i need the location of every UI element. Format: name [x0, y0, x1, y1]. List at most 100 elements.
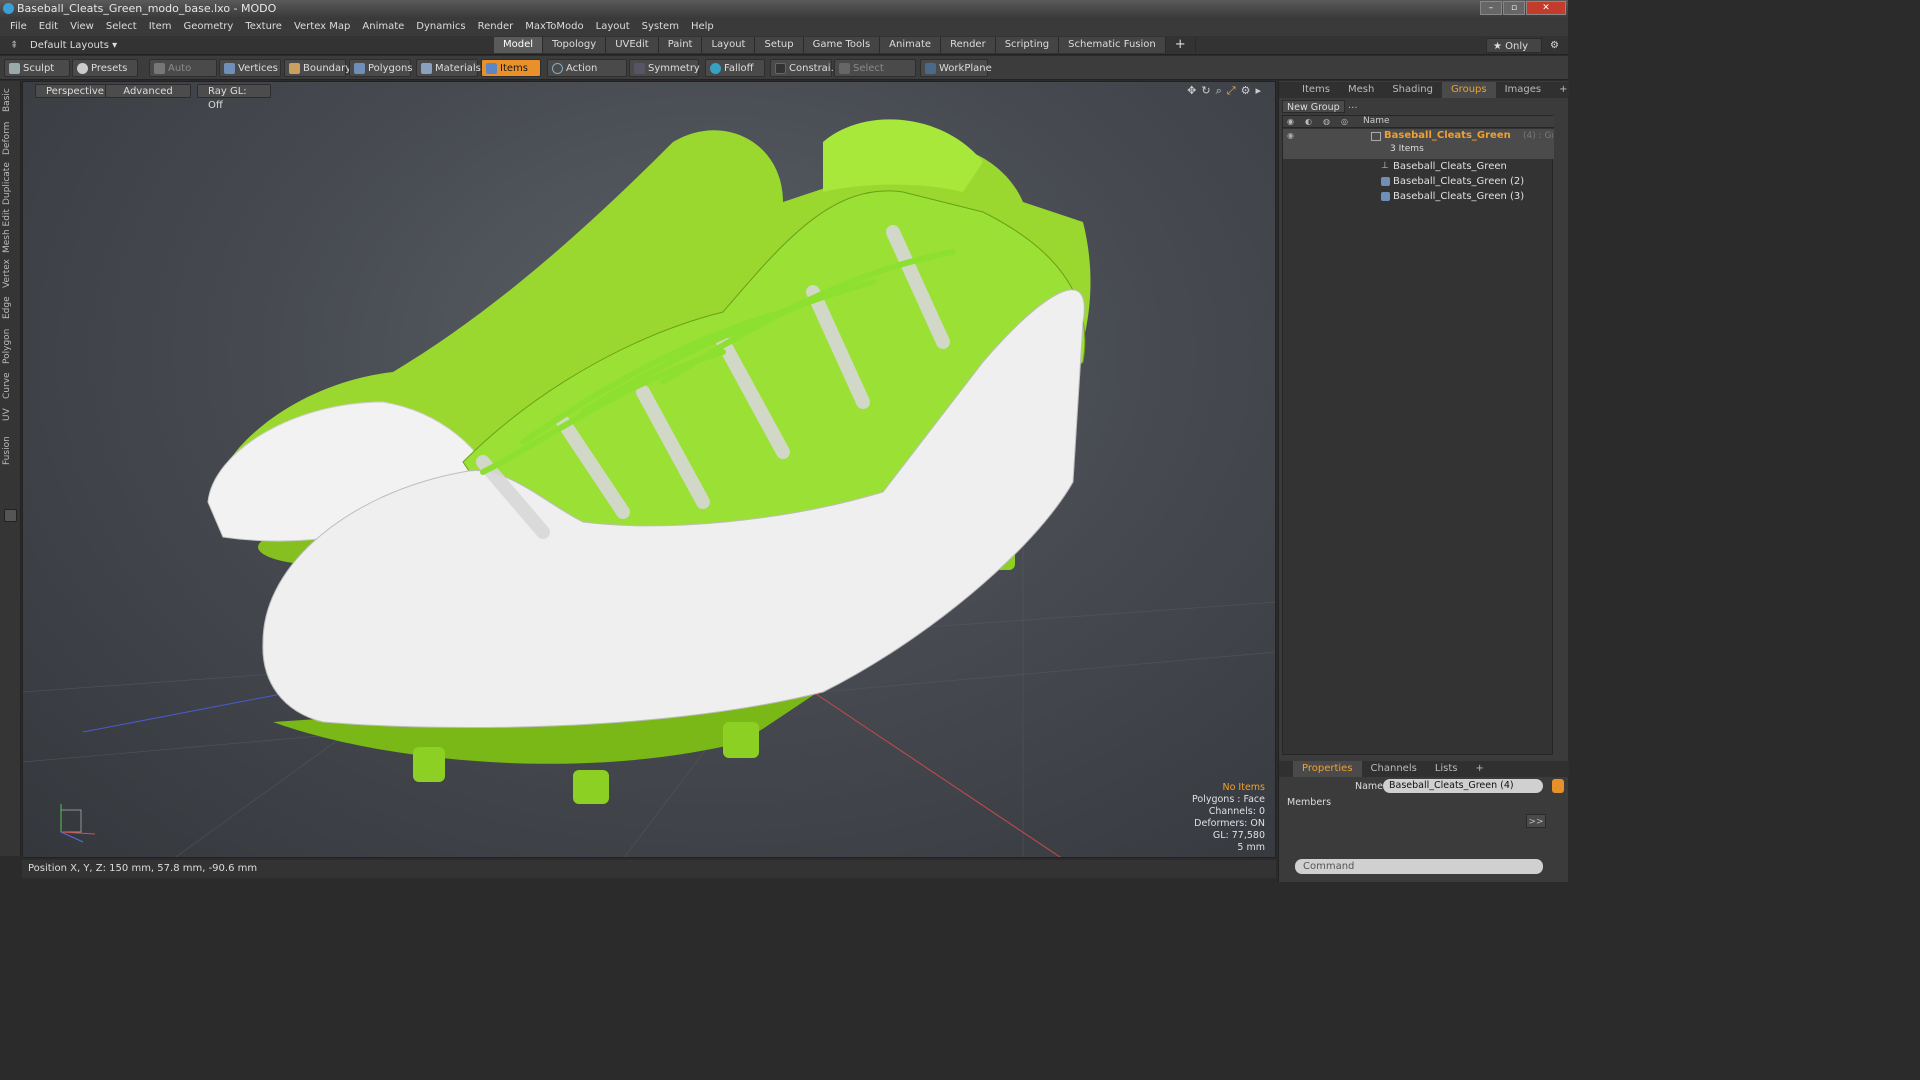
name-label: Name	[1355, 781, 1384, 792]
boundary-button[interactable]: Boundary	[284, 59, 351, 77]
vertices-button[interactable]: Vertices1	[219, 59, 288, 77]
menu-maxtomodo[interactable]: MaxToModo	[519, 21, 589, 32]
constraints-button[interactable]: Constrai...	[770, 59, 840, 77]
menu-dynamics[interactable]: Dynamics	[410, 21, 471, 32]
menu-animate[interactable]: Animate	[356, 21, 410, 32]
menu-item[interactable]: Item	[143, 21, 178, 32]
group-visibility-eye-icon[interactable]: ◉	[1287, 131, 1294, 140]
tab-curve[interactable]: Curve	[2, 371, 18, 401]
tab-uvedit[interactable]: UVEdit	[606, 37, 659, 53]
polygons-button[interactable]: Polygons	[349, 59, 413, 77]
add-properties-tab-button[interactable]: +	[1467, 761, 1493, 777]
minimize-button[interactable]: –	[1480, 1, 1502, 15]
menu-bar: File Edit View Select Item Geometry Text…	[0, 17, 1568, 36]
default-layouts-dropdown[interactable]: Default Layouts ▾	[24, 38, 123, 53]
tab-images[interactable]: Images	[1496, 82, 1551, 98]
position-readout: Position X, Y, Z: 150 mm, 57.8 mm, -90.6…	[28, 863, 258, 874]
3d-viewport[interactable]: Perspective Advanced Ray GL: Off ✥ ↻ ⌕ ⤢…	[22, 81, 1276, 858]
tab-schematic-fusion[interactable]: Schematic Fusion	[1059, 37, 1166, 53]
menu-view[interactable]: View	[64, 21, 100, 32]
menu-vertex-map[interactable]: Vertex Map	[288, 21, 356, 32]
menu-texture[interactable]: Texture	[239, 21, 288, 32]
tab-deform[interactable]: Deform	[2, 119, 18, 157]
color-swatch[interactable]	[1552, 779, 1564, 793]
tab-fusion[interactable]: Fusion	[2, 431, 18, 471]
tab-lists[interactable]: Lists	[1426, 761, 1467, 777]
group-child-row[interactable]: Baseball_Cleats_Green (2)	[1283, 175, 1554, 190]
tab-duplicate[interactable]: Duplicate	[2, 161, 18, 207]
symmetry-button[interactable]: Symmetry	[629, 59, 700, 77]
tab-paint[interactable]: Paint	[658, 37, 703, 53]
items-icon	[486, 63, 497, 74]
viewport-info-hud: No Items Polygons : Face Channels: 0 Def…	[1192, 782, 1265, 854]
tab-topology[interactable]: Topology	[543, 37, 607, 53]
command-input[interactable]: Command	[1295, 859, 1543, 874]
menu-system[interactable]: System	[636, 21, 685, 32]
tab-vertex[interactable]: Vertex	[2, 257, 18, 291]
group-suffix: (4) : Group	[1523, 131, 1553, 141]
child-name: Baseball_Cleats_Green (2)	[1393, 176, 1525, 187]
tab-items[interactable]: Items	[1293, 82, 1339, 98]
maximize-button[interactable]: ▫	[1503, 1, 1525, 15]
only-button[interactable]: ★ Only	[1486, 38, 1542, 53]
tab-properties[interactable]: Properties	[1293, 761, 1362, 777]
add-tab-button[interactable]: +	[1166, 37, 1196, 53]
tab-groups[interactable]: Groups	[1441, 82, 1496, 98]
menu-layout[interactable]: Layout	[590, 21, 636, 32]
select-through-button[interactable]: Select Through	[834, 59, 916, 92]
group-child-row[interactable]: Baseball_Cleats_Green (3)	[1283, 190, 1554, 205]
tab-setup[interactable]: Setup	[755, 37, 804, 53]
select-icon[interactable]: ◎	[1341, 117, 1348, 126]
tab-mesh[interactable]: Mesh ...	[1339, 82, 1383, 111]
add-list-tab-button[interactable]: +	[1550, 82, 1576, 98]
tab-render[interactable]: Render	[941, 37, 996, 53]
auto-select-button[interactable]: Auto Select	[149, 59, 217, 92]
tab-edge[interactable]: Edge	[2, 294, 18, 322]
menu-select[interactable]: Select	[100, 21, 143, 32]
status-bar: Position X, Y, Z: 150 mm, 57.8 mm, -90.6…	[22, 860, 1276, 878]
group-child-row[interactable]: ⊥ Baseball_Cleats_Green	[1283, 160, 1554, 175]
group-row[interactable]: ◉ Baseball_Cleats_Green (4) : Group 3 It…	[1283, 129, 1554, 159]
hud-deformers: Deformers: ON	[1194, 818, 1265, 829]
menu-file[interactable]: File	[4, 21, 33, 32]
action-center-button[interactable]: Action Center	[547, 59, 627, 92]
members-expand-button[interactable]: >>	[1526, 814, 1546, 828]
menu-edit[interactable]: Edit	[33, 21, 64, 32]
menu-geometry[interactable]: Geometry	[177, 21, 239, 32]
vertices-label: Vertices	[238, 63, 278, 74]
tab-uv[interactable]: UV	[2, 406, 18, 424]
workplane-label: WorkPlane	[939, 63, 992, 74]
mesh-icon	[1381, 177, 1390, 186]
tab-scripting[interactable]: Scripting	[995, 37, 1060, 53]
tab-polygon[interactable]: Polygon	[2, 326, 18, 366]
tab-model[interactable]: Model	[494, 37, 544, 53]
crosshair-icon	[552, 63, 563, 74]
menu-render[interactable]: Render	[472, 21, 520, 32]
menu-help[interactable]: Help	[685, 21, 720, 32]
layout-arrow-icon[interactable]: ⇞	[4, 38, 24, 53]
render-icon[interactable]: ◐	[1305, 117, 1312, 126]
layout-row: ⇞ Default Layouts ▾ Model Topology UVEdi…	[0, 36, 1568, 55]
presets-button[interactable]: Presets	[72, 59, 138, 77]
polygons-label: Polygons	[368, 63, 413, 74]
sculpt-button[interactable]: Sculpt	[4, 59, 70, 77]
items-button[interactable]: Items	[481, 59, 541, 77]
lock-icon[interactable]: ◍	[1323, 117, 1330, 126]
tab-game-tools[interactable]: Game Tools	[803, 37, 881, 53]
name-field[interactable]: Baseball_Cleats_Green (4)	[1383, 779, 1543, 793]
tab-shading[interactable]: Shading	[1383, 82, 1442, 98]
settings-gear-icon[interactable]: ⚙	[1544, 38, 1565, 53]
hud-gl: GL: 77,580	[1212, 830, 1265, 841]
tab-channels[interactable]: Channels	[1362, 761, 1426, 777]
strip-toggle-button[interactable]	[4, 509, 17, 522]
close-button[interactable]: ✕	[1526, 1, 1566, 15]
tab-basic[interactable]: Basic	[2, 85, 18, 115]
workplane-button[interactable]: WorkPlane	[920, 59, 992, 77]
tab-layout[interactable]: Layout	[702, 37, 756, 53]
visibility-eye-icon[interactable]: ◉	[1287, 117, 1294, 126]
materials-button[interactable]: Materials	[416, 59, 481, 77]
falloff-button[interactable]: Falloff	[705, 59, 765, 77]
new-group-button[interactable]: New Group	[1282, 100, 1345, 113]
tab-animate[interactable]: Animate	[880, 37, 942, 53]
tab-mesh-edit[interactable]: Mesh Edit	[2, 209, 18, 253]
